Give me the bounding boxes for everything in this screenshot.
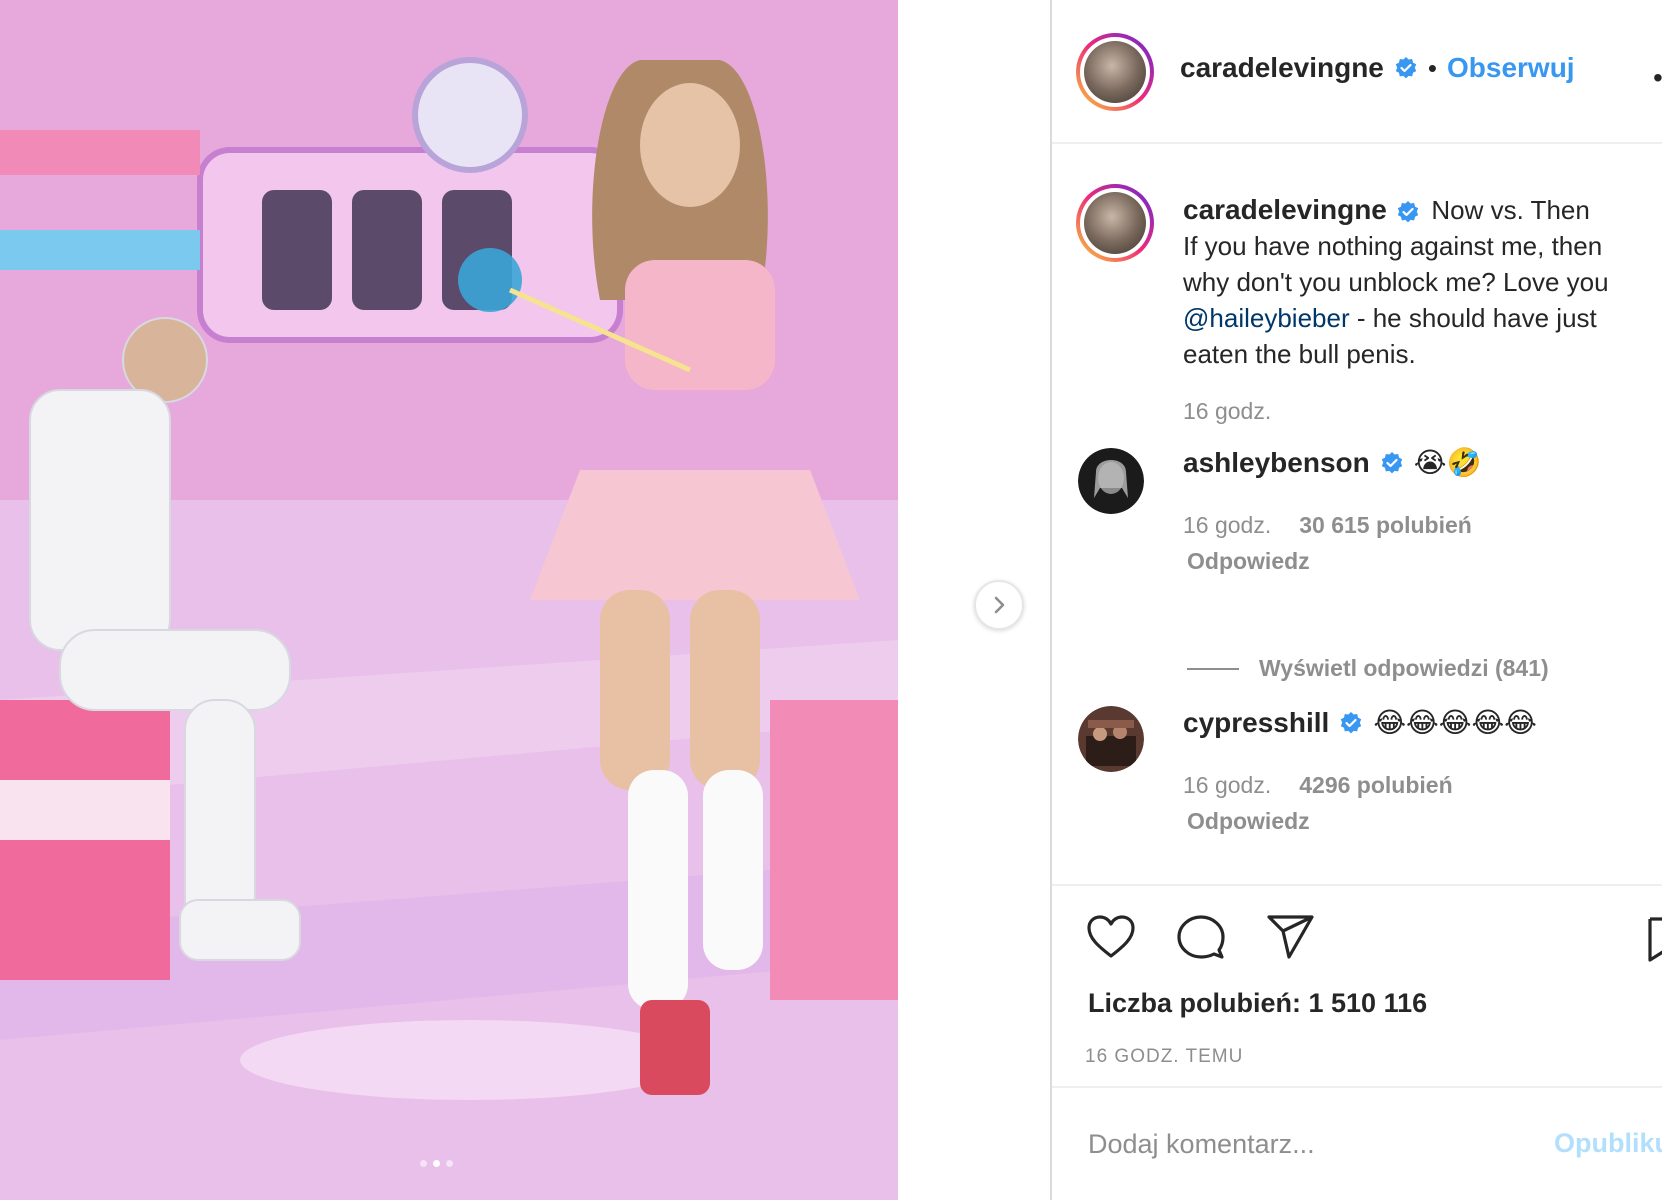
carousel-dot-active bbox=[433, 1160, 440, 1167]
comment-meta: 16 godz. 4296 polubień bbox=[1183, 772, 1453, 799]
author-avatar[interactable] bbox=[1076, 33, 1154, 111]
comment-time: 16 godz. bbox=[1183, 512, 1272, 538]
reply-button[interactable]: Odpowiedz bbox=[1187, 808, 1310, 835]
sign-tile-2 bbox=[352, 190, 422, 310]
reply-button[interactable]: Odpowiedz bbox=[1187, 548, 1310, 575]
backdrop-circle bbox=[412, 57, 528, 173]
comment-username[interactable]: ashleybenson bbox=[1183, 447, 1370, 479]
comment-likes[interactable]: 4296 polubień bbox=[1299, 772, 1452, 798]
post-timestamp: 16 GODZ. TEMU bbox=[1085, 1046, 1244, 1067]
chevron-right-icon bbox=[994, 596, 1005, 614]
action-icons bbox=[1086, 914, 1316, 960]
view-replies-label: Wyświetl odpowiedzi (841) bbox=[1259, 655, 1549, 681]
instagram-post-view: caradelevingne • Obserwuj • caradeleving… bbox=[0, 0, 1662, 1200]
post-actions: Liczba polubień: 1 510 116 16 GODZ. TEMU bbox=[1052, 888, 1662, 1088]
podium-band bbox=[0, 780, 170, 840]
comment-1-row: ashleybenson 😭🤣 bbox=[1183, 446, 1481, 479]
caption-avatar[interactable] bbox=[1076, 184, 1154, 262]
carousel-dot bbox=[420, 1160, 427, 1167]
author-username[interactable]: caradelevingne bbox=[1180, 52, 1384, 84]
caption-username[interactable]: caradelevingne bbox=[1183, 194, 1387, 225]
caption-title: Now vs. Then bbox=[1431, 195, 1590, 225]
photo-scene bbox=[0, 0, 898, 1200]
carousel-dots bbox=[420, 1160, 453, 1167]
comment-meta: 16 godz. 30 615 polubień bbox=[1183, 512, 1472, 539]
post-sidebar: caradelevingne • Obserwuj • caradeleving… bbox=[1052, 0, 1662, 1200]
comment-likes[interactable]: 30 615 polubień bbox=[1299, 512, 1472, 538]
stage-stripe-1 bbox=[0, 130, 200, 175]
caption-body-part1: If you have nothing against me, then why… bbox=[1183, 231, 1609, 297]
post-caption: caradelevingne Now vs. Then If you have … bbox=[1183, 192, 1653, 372]
sign-tile-1 bbox=[262, 190, 332, 310]
verified-badge-icon bbox=[1395, 57, 1417, 79]
comment-input[interactable] bbox=[1088, 1124, 1528, 1164]
likes-count[interactable]: Liczba polubień: 1 510 116 bbox=[1088, 988, 1427, 1019]
carousel-dot bbox=[446, 1160, 453, 1167]
share-paper-plane-icon[interactable] bbox=[1266, 914, 1316, 960]
follow-button[interactable]: Obserwuj bbox=[1447, 52, 1575, 84]
comment-username[interactable]: cypresshill bbox=[1183, 707, 1329, 739]
comment-2-row: cypresshill 😂😂😂😂😂 bbox=[1183, 706, 1537, 739]
verified-badge-icon bbox=[1341, 711, 1362, 733]
verified-badge-icon bbox=[1381, 451, 1402, 473]
header-user-row: caradelevingne • Obserwuj bbox=[1180, 52, 1575, 84]
heart-icon[interactable] bbox=[1086, 914, 1136, 960]
verified-badge-icon bbox=[1397, 201, 1419, 223]
view-replies-button[interactable]: Wyświetl odpowiedzi (841) bbox=[1187, 655, 1549, 682]
comment-emoji: 😭🤣 bbox=[1413, 446, 1482, 479]
commenter-avatar[interactable] bbox=[1078, 706, 1144, 772]
bookmark-icon[interactable] bbox=[1647, 916, 1662, 964]
caption-mention-link[interactable]: @haileybieber bbox=[1183, 303, 1350, 333]
caption-time: 16 godz. bbox=[1183, 398, 1272, 424]
replies-line bbox=[1187, 667, 1239, 670]
comment-time: 16 godz. bbox=[1183, 772, 1272, 798]
commenter-avatar[interactable] bbox=[1078, 448, 1144, 514]
more-options-icon[interactable]: • bbox=[1653, 62, 1662, 94]
publish-button[interactable]: Opublikuj bbox=[1554, 1128, 1662, 1159]
pinwheel-prop bbox=[458, 248, 522, 312]
post-header: caradelevingne • Obserwuj • bbox=[1052, 0, 1662, 144]
comments-section: caradelevingne Now vs. Then If you have … bbox=[1052, 146, 1662, 886]
header-separator: • bbox=[1427, 52, 1437, 83]
comment-bubble-icon[interactable] bbox=[1176, 914, 1226, 960]
stage-podium-right bbox=[770, 700, 898, 1000]
stage-stripe-2 bbox=[0, 230, 200, 270]
post-photo[interactable] bbox=[0, 0, 898, 1200]
floor-spot bbox=[240, 1020, 700, 1100]
add-comment-bar: Opublikuj bbox=[1052, 1090, 1662, 1200]
comment-emoji: 😂😂😂😂😂 bbox=[1373, 706, 1537, 739]
next-slide-button[interactable] bbox=[974, 580, 1024, 630]
